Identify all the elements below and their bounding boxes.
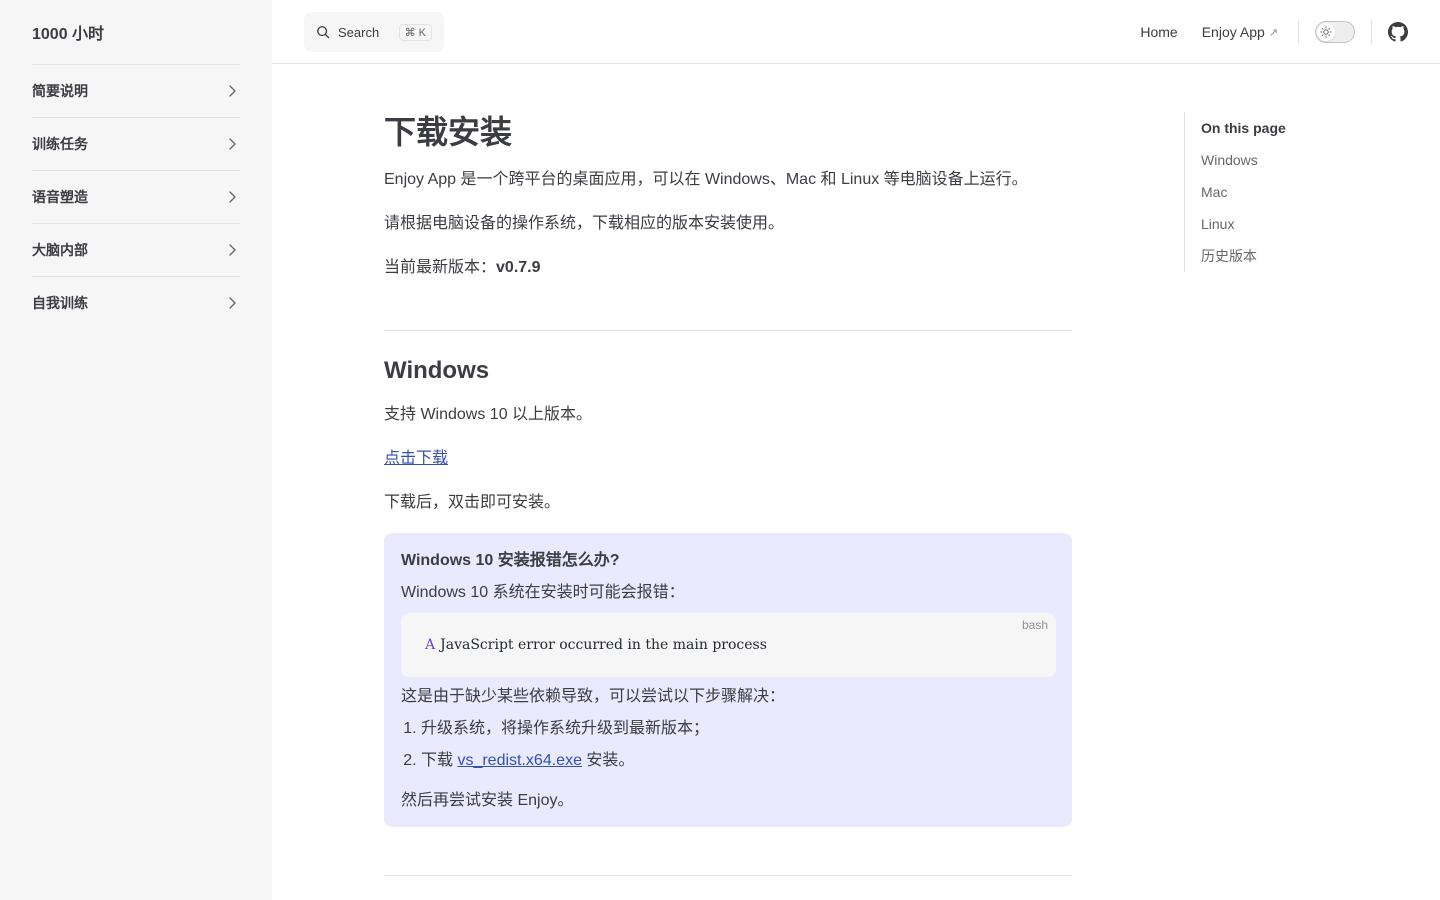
code-keyword: A xyxy=(425,637,436,653)
windows-support-text: 支持 Windows 10 以上版本。 xyxy=(384,406,593,423)
divider xyxy=(1298,20,1299,44)
tip-steps: 升级系统，将操作系统升级到最新版本； 下载 vs_redist.x64.exe … xyxy=(401,717,1056,773)
nav-enjoy-app-label: Enjoy App xyxy=(1201,24,1265,40)
outline-item-history[interactable]: 历史版本 xyxy=(1201,240,1384,272)
sidebar-item-label: 自我训练 xyxy=(32,295,88,311)
search-button[interactable]: Search ⌘ K xyxy=(304,12,444,52)
sun-icon xyxy=(1317,23,1335,41)
outline-title: On this page xyxy=(1201,120,1286,136)
chevron-right-icon xyxy=(229,191,236,203)
instruction-text: 请根据电脑设备的操作系统，下载相应的版本安装使用。 xyxy=(384,215,785,232)
list-item: 升级系统，将操作系统升级到最新版本； xyxy=(421,717,1056,741)
chevron-right-icon xyxy=(229,297,236,309)
code-block: bash A JavaScript error occurred in the … xyxy=(401,613,1056,677)
page-title: 下载安装 xyxy=(384,114,513,150)
main-content: 下载安装 Enjoy App 是一个跨平台的桌面应用，可以在 Windows、M… xyxy=(384,64,1072,876)
tip-final: 然后再尝试安装 Enjoy。 xyxy=(401,792,574,809)
sidebar-item-label: 语音塑造 xyxy=(32,189,88,205)
tip-desc: Windows 10 系统在安装时可能会报错： xyxy=(401,584,685,601)
section-divider xyxy=(384,330,1072,331)
chevron-right-icon xyxy=(229,138,236,150)
outline-item-mac[interactable]: Mac xyxy=(1201,176,1384,208)
tip-box: Windows 10 安装报错怎么办? Windows 10 系统在安装时可能会… xyxy=(384,533,1072,827)
nav-enjoy-app-link[interactable]: Enjoy App ↗ xyxy=(1202,24,1278,40)
sidebar-item-label: 训练任务 xyxy=(32,136,88,152)
nav-home-link[interactable]: Home xyxy=(1140,24,1177,40)
windows-heading: Windows xyxy=(384,357,490,384)
code-lang-label: bash xyxy=(1021,618,1048,632)
search-icon xyxy=(317,26,330,39)
github-icon[interactable] xyxy=(1388,22,1408,42)
sidebar: 1000 小时 简要说明 训练任务 语音塑造 大脑内部 自我训练 xyxy=(0,0,272,900)
search-label: Search xyxy=(338,24,380,40)
version-label: 当前最新版本： xyxy=(384,259,497,276)
code-text: JavaScript error occurred in the main pr… xyxy=(440,637,767,653)
outline-item-windows[interactable]: Windows xyxy=(1201,144,1384,176)
sidebar-item-inside-brain[interactable]: 大脑内部 xyxy=(32,223,240,276)
windows-download-line: 点击下载 xyxy=(384,445,1072,473)
sidebar-item-brief[interactable]: 简要说明 xyxy=(32,64,240,117)
version-line: 当前最新版本：v0.7.9 xyxy=(384,254,1072,282)
tip-cause: 这是由于缺少某些依赖导致，可以尝试以下步骤解决： xyxy=(401,688,786,705)
site-title[interactable]: 1000 小时 xyxy=(32,0,240,64)
windows-after-text: 下载后，双击即可安装。 xyxy=(384,494,561,511)
chevron-right-icon xyxy=(229,244,236,256)
chevron-right-icon xyxy=(229,85,236,97)
sidebar-item-voice-shaping[interactable]: 语音塑造 xyxy=(32,170,240,223)
sidebar-item-label: 大脑内部 xyxy=(32,242,88,258)
appearance-toggle[interactable] xyxy=(1315,21,1355,43)
nav-home-label: Home xyxy=(1140,24,1178,40)
tip-title: Windows 10 安装报错怎么办? xyxy=(401,552,620,569)
external-link-icon: ↗ xyxy=(1268,26,1278,39)
sidebar-item-self-training[interactable]: 自我训练 xyxy=(32,276,240,329)
divider xyxy=(1371,20,1372,44)
search-shortcut: ⌘ K xyxy=(398,23,432,41)
version-value: v0.7.9 xyxy=(496,259,541,276)
sidebar-item-label: 简要说明 xyxy=(32,83,88,99)
intro-text: Enjoy App 是一个跨平台的桌面应用，可以在 Windows、Mac 和 … xyxy=(384,171,1028,188)
vs-redist-link[interactable]: vs_redist.x64.exe xyxy=(457,752,582,769)
topbar: Search ⌘ K Home Enjoy App ↗ xyxy=(272,0,1440,64)
windows-download-link[interactable]: 点击下载 xyxy=(384,450,448,467)
outline-item-linux[interactable]: Linux xyxy=(1201,208,1384,240)
page-outline: On this page Windows Mac Linux 历史版本 xyxy=(1184,112,1384,272)
top-nav: Home Enjoy App ↗ xyxy=(1116,0,1440,64)
section-divider xyxy=(384,875,1072,876)
step2-suffix: 安装。 xyxy=(581,752,635,769)
step2-prefix: 下载 xyxy=(421,752,458,769)
sidebar-item-training-tasks[interactable]: 训练任务 xyxy=(32,117,240,170)
list-item: 下载 vs_redist.x64.exe 安装。 xyxy=(421,749,1056,773)
